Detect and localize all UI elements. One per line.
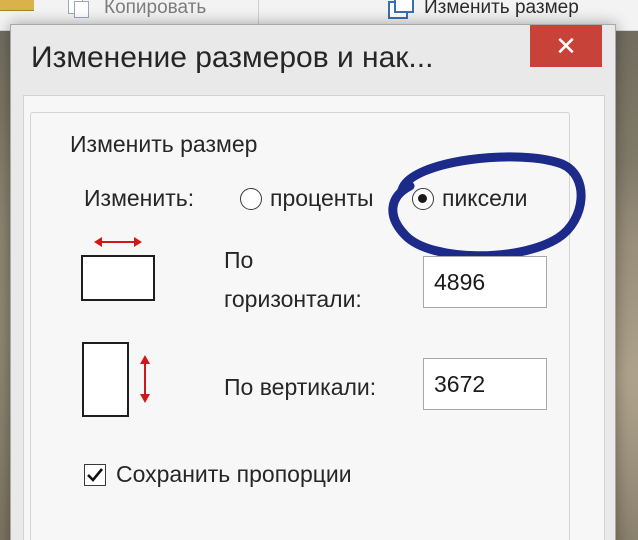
radio-percent[interactable]: проценты — [240, 185, 374, 212]
dialog-titlebar[interactable]: Изменение размеров и нак... ✕ — [11, 25, 615, 95]
resize-ribbon-button[interactable]: Изменить размер — [388, 0, 579, 19]
horizontal-size-input[interactable] — [423, 256, 547, 308]
copy-button[interactable]: Копировать — [68, 0, 206, 19]
close-button[interactable]: ✕ — [530, 25, 602, 67]
vertical-size-input[interactable] — [423, 358, 547, 410]
copy-icon — [68, 0, 92, 19]
keep-ratio-label: Сохранить пропорции — [116, 461, 352, 487]
radio-percent-label: проценты — [270, 185, 374, 211]
resize-group-title: Изменить размер — [64, 131, 264, 158]
hand-drawn-circle-annotation — [388, 152, 586, 261]
copy-label: Копировать — [104, 0, 207, 18]
resize-ribbon-label: Изменить размер — [424, 0, 579, 18]
resize-by-label: Изменить: — [84, 185, 195, 211]
vertical-resize-icon — [82, 342, 150, 417]
radio-percent-circle — [240, 187, 262, 210]
keep-ratio-checkbox[interactable]: Сохранить пропорции — [84, 461, 352, 488]
ribbon-folder-stub — [0, 0, 34, 11]
resize-icon — [388, 0, 414, 19]
dialog-title: Изменение размеров и нак... — [31, 41, 434, 74]
keep-ratio-checkbox-box — [84, 463, 106, 486]
checkmark-icon — [87, 467, 104, 482]
horizontal-resize-icon — [81, 237, 155, 301]
horizontal-label-line2: горизонтали: — [224, 286, 362, 312]
close-icon: ✕ — [555, 31, 577, 61]
vertical-label: По вертикали: — [224, 374, 377, 400]
horizontal-label-line1: По — [224, 247, 254, 273]
